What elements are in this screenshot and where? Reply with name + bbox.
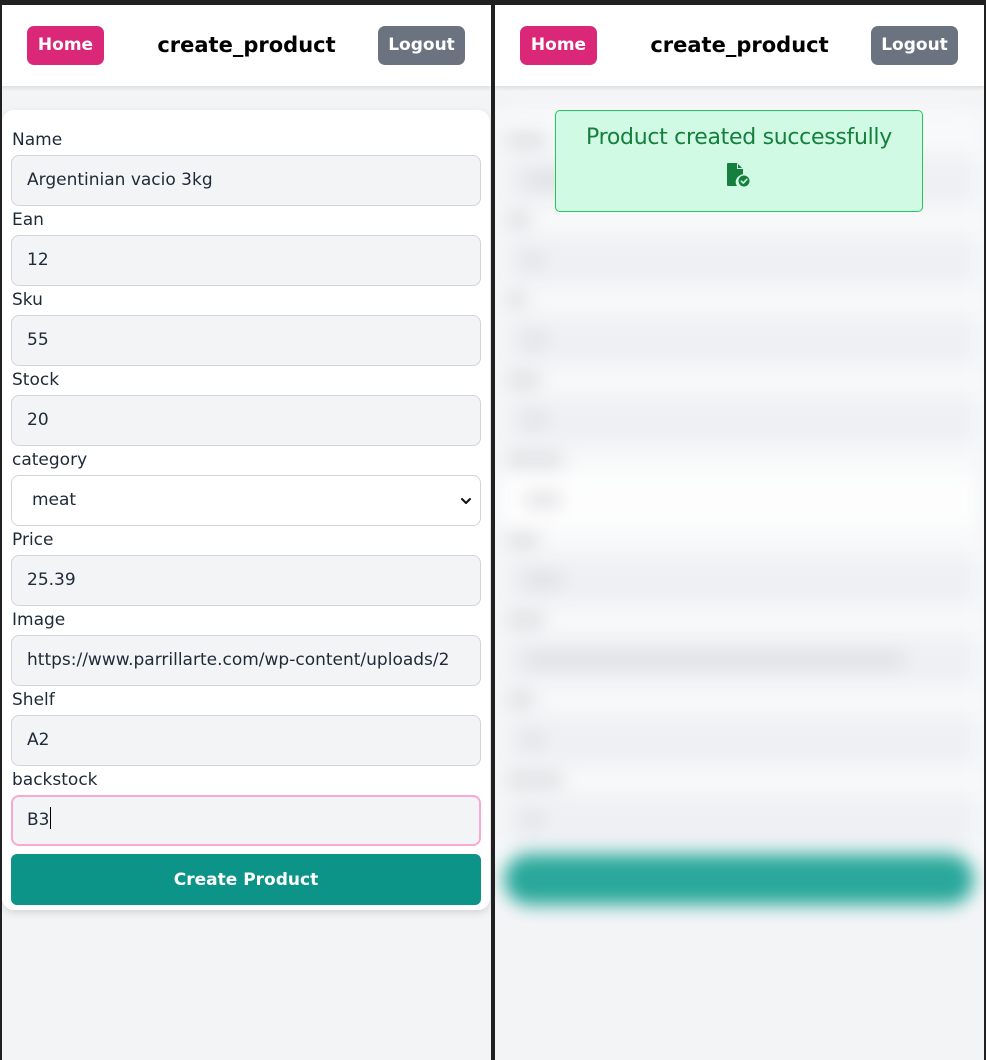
category-selected-value: meat (32, 490, 77, 510)
field-stock: Stock 20 (11, 366, 481, 446)
stock-input[interactable]: 20 (11, 395, 481, 446)
category-select[interactable]: meat (11, 475, 481, 526)
image-label: Image (12, 610, 66, 630)
ean-label: Ean (12, 210, 44, 230)
image-url-input[interactable]: https://www.parrillarte.com/wp-content/u… (11, 635, 481, 686)
sku-label: Sku (12, 290, 43, 310)
header: Home create_product Logout (2, 5, 491, 86)
stock-label: Stock (12, 370, 60, 390)
shelf-label: Shelf (12, 690, 55, 710)
price-label: Price (12, 530, 54, 550)
name-label: Name (12, 130, 63, 150)
logout-button[interactable]: Logout (378, 26, 465, 65)
field-ean: Ean 12 (11, 206, 481, 286)
field-image: Image https://www.parrillarte.com/wp-con… (11, 606, 481, 686)
backstock-value: B3 (27, 810, 50, 830)
left-panel: Home create_product Logout Name Argentin… (2, 5, 491, 1060)
create-product-button[interactable]: Create Product (11, 854, 481, 905)
home-button[interactable]: Home (520, 26, 597, 65)
ean-input[interactable]: 12 (11, 235, 481, 286)
text-cursor (50, 807, 52, 829)
field-category: category meat (11, 446, 481, 526)
field-name: Name Argentinian vacio 3kg (11, 126, 481, 206)
category-label: category (12, 450, 88, 470)
name-input[interactable]: Argentinian vacio 3kg (11, 155, 481, 206)
logout-button[interactable]: Logout (871, 26, 958, 65)
success-alert: Product created successfully (555, 110, 923, 212)
backstock-label: backstock (12, 770, 98, 790)
backstock-input[interactable]: B3 (11, 795, 481, 846)
field-backstock: backstock B3 (11, 766, 481, 846)
blurred-form (495, 110, 983, 910)
price-input[interactable]: 25.39 (11, 555, 481, 606)
field-price: Price 25.39 (11, 526, 481, 606)
home-button[interactable]: Home (27, 26, 104, 65)
file-check-icon (727, 163, 751, 188)
success-message: Product created successfully (586, 125, 892, 150)
header: Home create_product Logout (495, 5, 984, 86)
shelf-input[interactable]: A2 (11, 715, 481, 766)
field-shelf: Shelf A2 (11, 686, 481, 766)
field-sku: Sku 55 (11, 286, 481, 366)
right-panel: Home create_product Logout Product creat… (495, 5, 984, 1060)
sku-input[interactable]: 55 (11, 315, 481, 366)
create-product-form: Name Argentinian vacio 3kg Ean 12 Sku 55… (2, 110, 490, 910)
chevron-down-icon (461, 497, 471, 504)
